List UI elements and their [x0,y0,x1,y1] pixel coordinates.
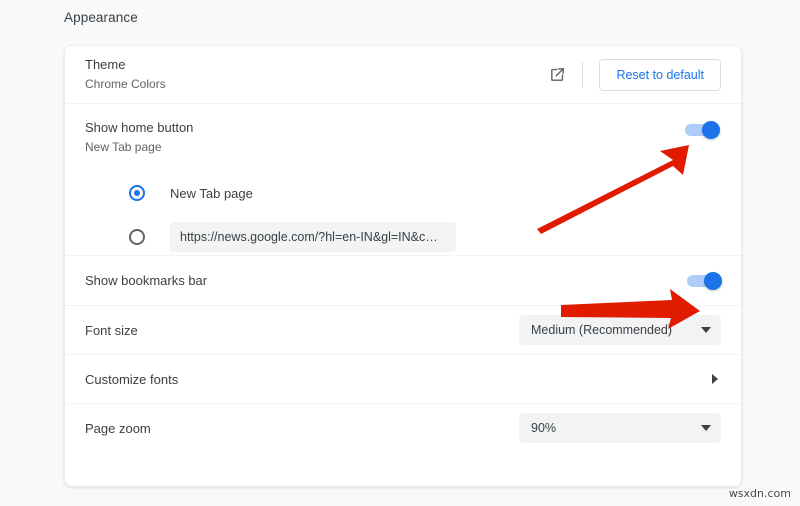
page-zoom-selected-value: 90% [531,421,557,435]
home-toggle-wrapper [685,121,720,142]
settings-row-customize-fonts[interactable]: Customize fonts [65,354,741,403]
home-button-column: Show home button New Tab page New Tab pa… [85,104,721,259]
page-title: Appearance [64,10,138,25]
settings-row-show-bookmarks-bar[interactable]: Show bookmarks bar [65,255,741,305]
chevron-right-icon[interactable] [712,374,718,384]
show-home-button-value: New Tab page [85,140,162,154]
customize-fonts-label: Customize fonts [85,371,179,387]
home-button-header[interactable]: Show home button New Tab page [85,104,721,157]
watermark: wsxdn.com [728,487,791,500]
page-zoom-select[interactable]: 90% [519,413,721,443]
theme-row-controls: Reset to default [546,58,721,91]
show-home-button-label: Show home button [85,120,194,135]
show-bookmarks-bar-label: Show bookmarks bar [85,273,208,288]
custom-home-url-input[interactable]: https://news.google.com/?hl=en-IN&gl=IN&… [170,222,456,252]
theme-labels: Theme Chrome Colors [85,55,166,94]
settings-row-page-zoom[interactable]: Page zoom 90% [65,403,741,452]
theme-value: Chrome Colors [85,77,166,91]
radio-option-custom-url[interactable]: https://news.google.com/?hl=en-IN&gl=IN&… [85,215,721,259]
radio-label-new-tab-page: New Tab page [170,185,253,201]
settings-row-font-size[interactable]: Font size Medium (Recommended) [65,305,741,354]
toggle-knob [704,271,722,290]
home-button-radio-group: New Tab page https://news.google.com/?hl… [85,171,721,259]
show-home-button-toggle[interactable] [685,121,720,139]
toggle-knob [702,121,720,139]
settings-row-theme[interactable]: Theme Chrome Colors Reset to default [65,46,741,103]
font-size-select[interactable]: Medium (Recommended) [519,315,721,345]
font-size-selected-value: Medium (Recommended) [531,323,673,337]
appearance-settings-card: Theme Chrome Colors Reset to default Sho… [64,45,742,487]
theme-label: Theme [85,57,126,72]
font-size-label: Font size [85,322,138,338]
vertical-divider [582,61,584,88]
settings-row-show-home-button: Show home button New Tab page New Tab pa… [65,103,741,255]
show-bookmarks-bar-toggle[interactable] [687,271,722,290]
chevron-down-icon [701,425,711,431]
home-button-labels: Show home button New Tab page [85,118,193,157]
external-link-icon[interactable] [546,64,568,86]
radio-option-new-tab-page[interactable]: New Tab page [85,171,721,215]
radio-button-selected[interactable] [129,185,145,201]
page-zoom-label: Page zoom [85,420,151,436]
radio-button-unselected[interactable] [129,229,145,245]
chevron-down-icon [701,327,711,333]
reset-to-default-button[interactable]: Reset to default [599,58,721,91]
